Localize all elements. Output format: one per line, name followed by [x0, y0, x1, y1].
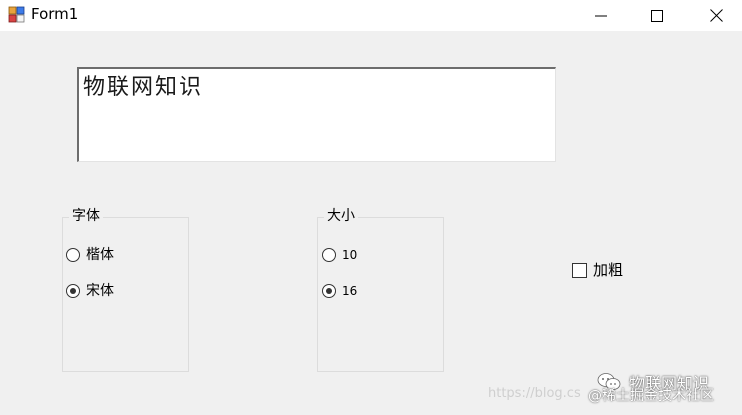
bold-checkbox-box[interactable] — [572, 263, 587, 278]
text-input[interactable]: 物联网知识 — [77, 67, 556, 162]
radio-songti-indicator[interactable] — [66, 284, 80, 298]
size-group-caption: 大小 — [324, 207, 358, 225]
watermark-url: https://blog.cs — [488, 386, 581, 401]
app-icon — [8, 6, 25, 23]
radio-size-10[interactable]: 10 — [322, 247, 357, 263]
bold-checkbox[interactable]: 加粗 — [572, 262, 623, 279]
maximize-icon — [651, 9, 663, 22]
close-button[interactable] — [693, 0, 739, 31]
radio-size-16[interactable]: 16 — [322, 283, 357, 299]
watermark-community: @稀土掘金技术社区 — [588, 388, 714, 404]
radio-songti[interactable]: 宋体 — [66, 283, 114, 299]
close-icon — [709, 9, 723, 22]
radio-size-10-label[interactable]: 10 — [342, 247, 357, 263]
radio-kaiti-indicator[interactable] — [66, 248, 80, 262]
title-bar: Form1 — [0, 0, 742, 31]
font-group-caption: 字体 — [69, 207, 103, 225]
minimize-button[interactable] — [578, 0, 624, 31]
radio-size-16-label[interactable]: 16 — [342, 283, 357, 299]
radio-size-16-indicator[interactable] — [322, 284, 336, 298]
maximize-button[interactable] — [634, 0, 680, 31]
window-title: Form1 — [31, 5, 79, 23]
bold-checkbox-label[interactable]: 加粗 — [593, 262, 623, 279]
minimize-icon — [595, 15, 607, 16]
radio-size-10-indicator[interactable] — [322, 248, 336, 262]
radio-kaiti[interactable]: 楷体 — [66, 247, 114, 263]
radio-songti-label[interactable]: 宋体 — [86, 283, 114, 299]
radio-kaiti-label[interactable]: 楷体 — [86, 247, 114, 263]
text-input-value: 物联网知识 — [83, 75, 204, 100]
